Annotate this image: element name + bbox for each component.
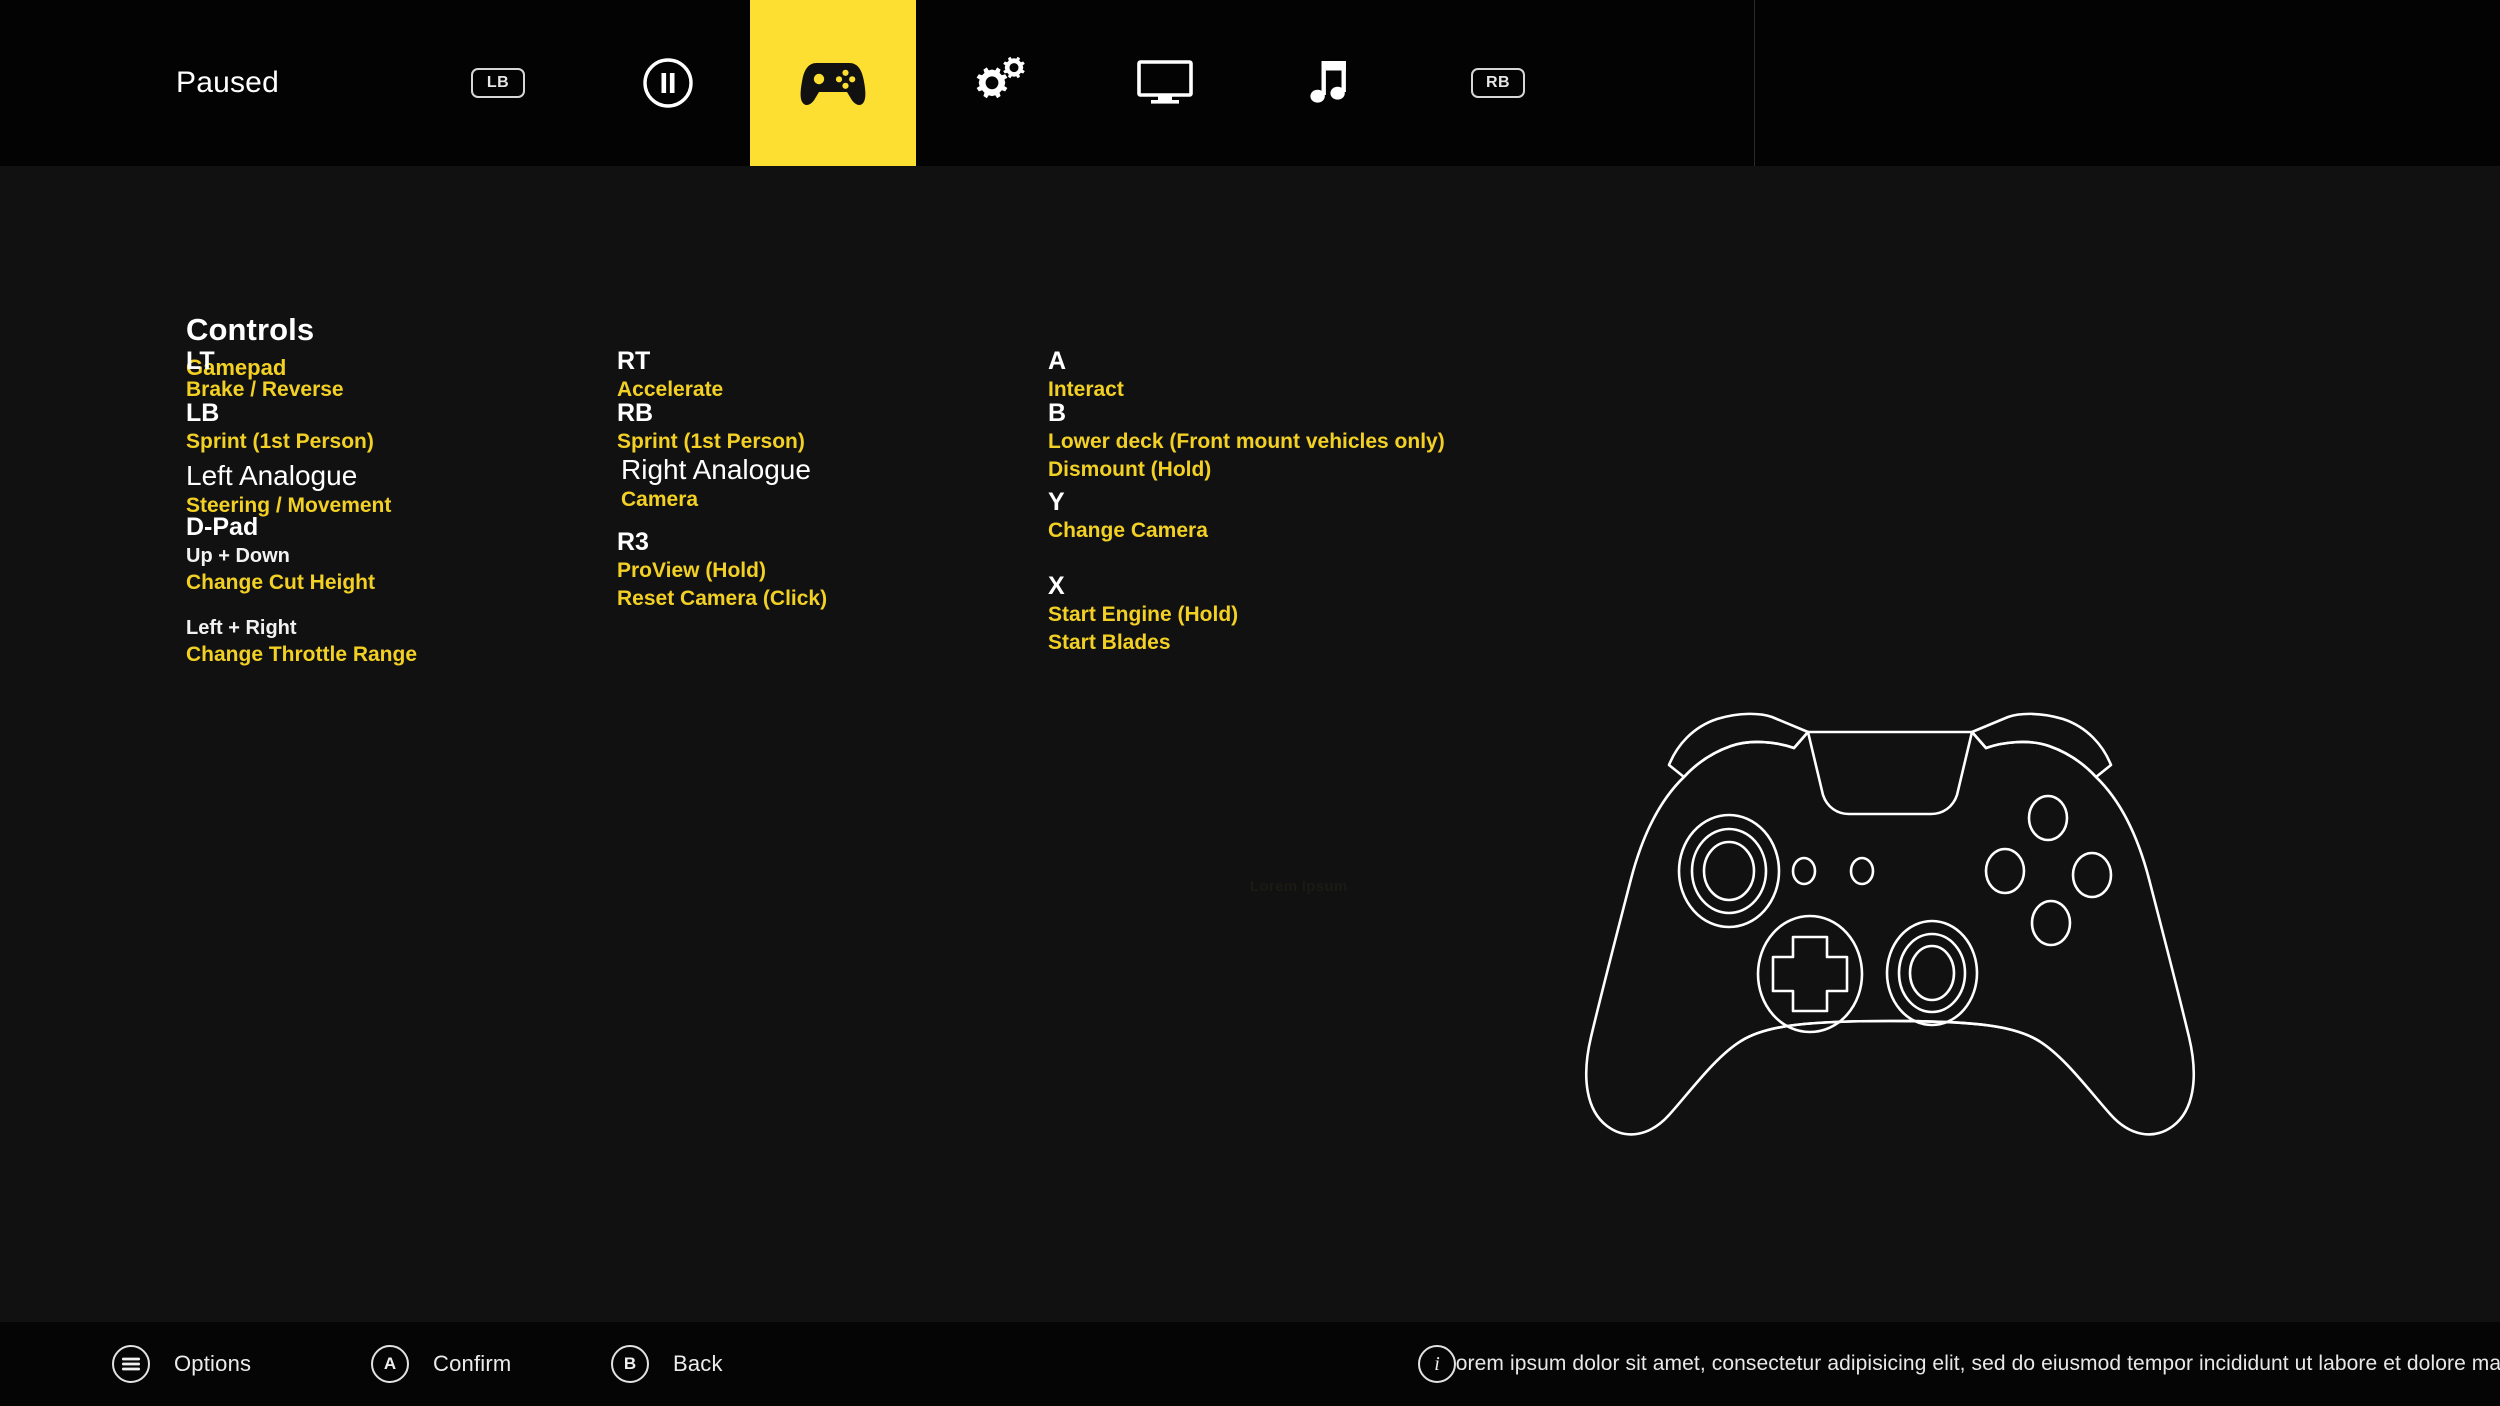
binding-action: Start Engine (Hold)	[1048, 603, 1239, 626]
binding-left-analogue: Left Analogue Steering / Movement	[186, 460, 391, 520]
footer-action-label: Options	[174, 1351, 252, 1376]
binding-action: Sprint (1st Person)	[186, 430, 374, 453]
footer-options-action[interactable]: Options	[112, 1322, 251, 1406]
binding-action: Change Camera	[1048, 519, 1208, 542]
binding-lb: LB Sprint (1st Person)	[186, 399, 374, 455]
binding-button-label: B	[1048, 399, 1067, 427]
binding-button-label: Y	[1048, 488, 1065, 516]
binding-action: Lower deck (Front mount vehicles only)	[1048, 430, 1445, 453]
binding-button-label: A	[1048, 347, 1067, 375]
footer-action-bar: Options A Confirm B Back i Lorem ipsum d…	[0, 1322, 2500, 1406]
binding-button-label: LB	[186, 399, 220, 427]
binding-y: Y Change Camera	[1048, 488, 1208, 544]
binding-action: Reset Camera (Click)	[617, 587, 828, 611]
paused-status-label: Paused	[176, 66, 279, 99]
menu-icon	[112, 1345, 150, 1383]
footer-info-text: Lorem ipsum dolor sit amet, consectetur …	[1456, 1352, 2500, 1375]
controls-panel: Controls Gamepad LT Brake / Reverse LB S…	[0, 166, 2500, 1322]
footer-action-label: Back	[673, 1351, 723, 1376]
binding-lt: LT Brake / Reverse	[186, 347, 344, 403]
binding-action: Dismount (Hold)	[1048, 458, 1212, 482]
binding-action: Change Cut Height	[186, 571, 375, 594]
xbox-controller-illustration	[1565, 701, 2215, 1146]
binding-rt: RT Accelerate	[617, 347, 723, 403]
monitor-icon	[1136, 59, 1194, 107]
binding-action: ProView (Hold)	[617, 559, 766, 582]
top-navigation-bar: Paused LB RB	[0, 0, 2500, 166]
footer-back-action[interactable]: B Back	[611, 1322, 723, 1406]
footer-action-label: Confirm	[433, 1351, 512, 1376]
page-title: Controls	[186, 312, 315, 347]
binding-button-label: R3	[617, 528, 649, 556]
binding-action: Start Blades	[1048, 631, 1171, 655]
binding-b: B Lower deck (Front mount vehicles only)…	[1048, 399, 1445, 484]
binding-button-label: RB	[617, 399, 654, 427]
binding-dpad: D-Pad Up + Down Change Cut Height Left +…	[186, 513, 417, 669]
binding-button-label: D-Pad	[186, 513, 259, 541]
binding-rb: RB Sprint (1st Person)	[617, 399, 805, 455]
lorem-watermark: Lorem Ipsum	[1250, 878, 1348, 895]
tab-pause[interactable]	[585, 0, 751, 166]
pause-circle-icon	[642, 57, 694, 109]
binding-button-label: RT	[617, 347, 651, 375]
binding-button-label: X	[1048, 572, 1065, 600]
tab-display[interactable]	[1082, 0, 1248, 166]
binding-button-label: Left Analogue	[186, 460, 358, 491]
b-button-icon: B	[611, 1345, 649, 1383]
footer-info-clip: Lorem ipsum dolor sit amet, consectetur …	[1456, 1322, 2500, 1406]
binding-action: Change Throttle Range	[186, 643, 418, 667]
binding-a: A Interact	[1048, 347, 1124, 403]
left-bumper-hint: LB	[471, 68, 525, 98]
binding-action: Sprint (1st Person)	[617, 430, 805, 453]
tab-controls[interactable]	[750, 0, 916, 166]
a-button-icon: A	[371, 1345, 409, 1383]
tab-settings[interactable]	[916, 0, 1082, 166]
footer-info-bar: i Lorem ipsum dolor sit amet, consectetu…	[1418, 1322, 2500, 1406]
pause-menu-screen: Paused LB RB Controls Gamepad LT Brake /…	[0, 0, 2500, 1406]
binding-direction: Up + Down	[186, 545, 290, 567]
binding-x: X Start Engine (Hold) Start Blades	[1048, 572, 1238, 657]
gears-icon	[970, 55, 1028, 111]
topbar-divider	[1754, 0, 1755, 166]
binding-direction: Left + Right	[186, 617, 297, 640]
binding-right-analogue: Right Analogue Camera	[617, 454, 811, 514]
info-icon: i	[1418, 1345, 1456, 1383]
right-bumper-hint: RB	[1471, 68, 1525, 98]
binding-button-label: Right Analogue	[621, 454, 811, 485]
binding-button-label: LT	[186, 347, 215, 375]
binding-action: Camera	[621, 488, 699, 512]
music-note-icon	[1308, 57, 1354, 109]
gamepad-icon	[798, 57, 868, 109]
footer-confirm-action[interactable]: A Confirm	[371, 1322, 511, 1406]
tab-audio[interactable]	[1248, 0, 1414, 166]
binding-r3: R3 ProView (Hold) Reset Camera (Click)	[617, 528, 827, 613]
